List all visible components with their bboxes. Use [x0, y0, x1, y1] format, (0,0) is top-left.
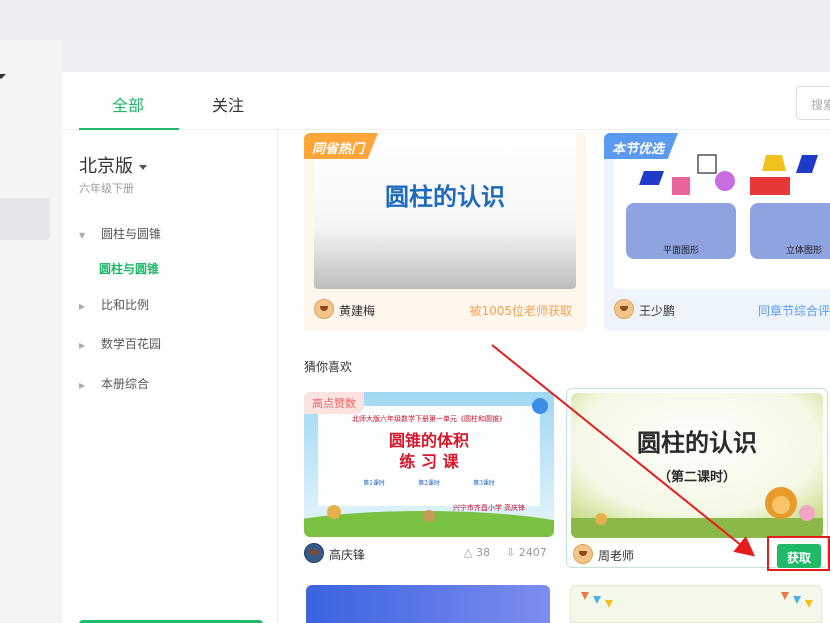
- thumb-header: 北师大版六年级数学下册第一单元《圆柱和圆锥》: [352, 414, 506, 423]
- badge-most-liked: 高点赞数: [304, 392, 364, 414]
- avatar[interactable]: [314, 299, 334, 319]
- tab-follow[interactable]: 关注: [212, 92, 244, 116]
- section-title-guess: 猜你喜欢: [304, 360, 353, 374]
- author-name[interactable]: 高庆锋: [329, 546, 365, 563]
- caret-down-icon: ▼: [79, 231, 86, 240]
- thumbnail-graphic: 圆柱的认识 （第二课时）: [571, 393, 823, 538]
- avatar[interactable]: [573, 544, 593, 564]
- search-input[interactable]: 搜索: [796, 86, 830, 120]
- card-meta: 高庆锋 △ 38 ⇩ 2407: [304, 543, 554, 565]
- caret-right-icon: ▶: [79, 302, 86, 311]
- like-icon: △: [464, 546, 476, 559]
- card-meta: 王少鹏 同章节综合评分: [614, 299, 830, 321]
- thumb-slot: 第1课时: [363, 479, 385, 487]
- featured-card-pick[interactable]: 平面图形 立体图形 本节优选 王少鹏 同章节综合评分: [604, 133, 830, 331]
- sidebar-item-math-garden[interactable]: ▶ 数学百花园: [79, 335, 161, 352]
- sidebar-item-book-review[interactable]: ▶ 本册综合: [79, 375, 149, 392]
- thumb-footer: 兴宁市齐昌小学 高庆锋: [453, 503, 525, 512]
- sidebar-item-label: 数学百花园: [101, 337, 162, 351]
- author-name[interactable]: 周老师: [598, 547, 634, 564]
- avatar[interactable]: [614, 299, 634, 319]
- thumb-slot: 第2课时: [418, 479, 440, 487]
- thumb-label-plane: 平面图形: [663, 244, 699, 256]
- usage-note: 被1005位老师获取: [469, 304, 572, 318]
- resource-card[interactable]: 北师大版六年级数学下册第一单元《圆柱和圆锥》 圆锥的体积 练 习 课 第1课时 …: [304, 388, 554, 568]
- thumbnail-graphic: [581, 592, 813, 608]
- sidebar-item-label: 本册综合: [101, 377, 150, 391]
- grade-label: 六年级下册: [79, 182, 134, 195]
- download-count: ⇩ 2407: [506, 546, 547, 559]
- author-name[interactable]: 黄建梅: [339, 302, 375, 319]
- resource-card-partial[interactable]: [570, 585, 822, 623]
- download-icon: ⇩: [506, 546, 519, 559]
- chapter-sidebar: 北京版 六年级下册 ▼ 圆柱与圆锥 圆柱与圆锥 ▶ 比和比例 ▶ 数学百花园 ▶ 本册综…: [62, 130, 278, 623]
- thumb-subtitle: （第二课时）: [658, 469, 736, 485]
- thumb-title-2: 练 习 课: [399, 452, 459, 471]
- rating-note: 同章节综合评分: [757, 304, 830, 318]
- top-bar: [0, 0, 830, 40]
- annotation-highlight-box: [767, 536, 830, 571]
- caret-right-icon: ▶: [79, 381, 86, 390]
- card-thumbnail[interactable]: 圆柱的认识 （第二课时）: [571, 393, 823, 538]
- tab-all[interactable]: 全部: [112, 92, 144, 116]
- like-count[interactable]: △ 38: [464, 546, 490, 559]
- thumb-label-solid: 立体图形: [786, 244, 822, 256]
- like-count-value: 38: [475, 546, 490, 559]
- chevron-down-icon: [139, 164, 147, 170]
- edition-label: 北京版: [79, 156, 133, 177]
- thumbnail-title: 圆柱的认识: [385, 182, 505, 211]
- nav-active-item[interactable]: [0, 198, 50, 240]
- sidebar-item-ratio[interactable]: ▶ 比和比例: [79, 296, 149, 313]
- download-count-value: 2407: [518, 546, 547, 559]
- ribbon-pick: 本节优选: [604, 133, 679, 159]
- edition-selector[interactable]: 北京版: [79, 152, 147, 178]
- ribbon-hot: 同省热门: [304, 133, 379, 159]
- sidebar-item-cylinder-cone[interactable]: ▼ 圆柱与圆锥: [79, 225, 161, 242]
- caret-right-icon: ▶: [79, 341, 86, 350]
- author-name[interactable]: 王少鹏: [639, 302, 675, 319]
- chevron-down-icon[interactable]: [0, 74, 6, 79]
- sidebar-item-label: 比和比例: [101, 298, 150, 312]
- thumb-title: 圆柱的认识: [637, 428, 757, 457]
- featured-card-hot[interactable]: 圆柱的认识 同省热门 黄建梅 被1005位老师获取: [304, 133, 586, 331]
- resource-card-partial[interactable]: [306, 585, 550, 623]
- card-meta: 黄建梅 被1005位老师获取: [314, 299, 576, 321]
- left-nav: [0, 40, 62, 623]
- sidebar-item-label: 圆柱与圆锥: [101, 227, 162, 241]
- sidebar-subitem-active[interactable]: 圆柱与圆锥: [99, 260, 159, 277]
- avatar[interactable]: [304, 543, 324, 563]
- tab-bar: 全部 关注 搜索: [62, 72, 830, 130]
- thumb-slot: 第3课时: [473, 479, 495, 487]
- thumb-title-1: 圆锥的体积: [389, 431, 469, 450]
